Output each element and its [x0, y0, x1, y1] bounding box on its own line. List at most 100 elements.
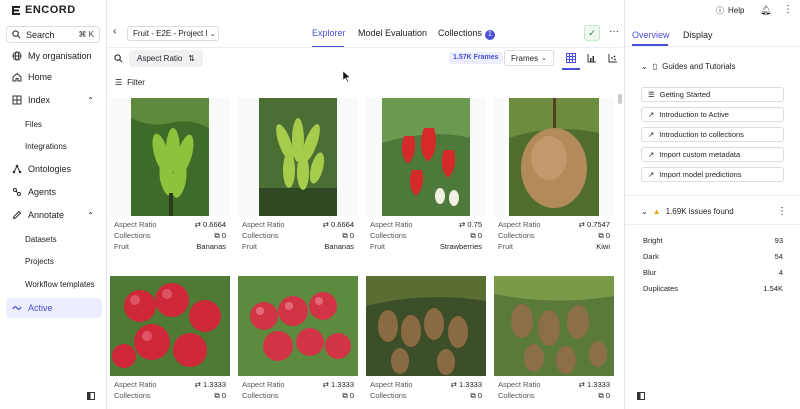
collections-icon: ⧉: [470, 231, 478, 240]
card-aspect-ratio-label: Aspect Ratio: [114, 220, 157, 229]
tab-explorer[interactable]: Explorer: [312, 28, 346, 38]
card-collections-count: 0: [349, 391, 354, 400]
book-icon: ▯: [652, 62, 658, 71]
image-card[interactable]: Aspect Ratio ⇄ 0.6664 Collections ⧉ 0 Frui…: [238, 98, 358, 252]
image-card[interactable]: Aspect Ratio ⇄ 1.3333 Collections ⧉ 0: [238, 276, 358, 401]
sidebar-item-active[interactable]: Active: [6, 298, 102, 318]
tab-collections[interactable]: Collections 1: [438, 28, 495, 40]
more-options-icon[interactable]: ···: [609, 26, 619, 37]
aspect-ratio-icon: ⇄: [450, 380, 460, 389]
more-vertical-icon[interactable]: ⋮: [783, 4, 793, 15]
card-collections-value: ⧉ 0: [342, 230, 354, 241]
sidebar-item-datasets[interactable]: Datasets: [6, 229, 102, 249]
check-button[interactable]: ✓: [584, 25, 600, 41]
card-aspect-ratio-value: ⇄ 0.75: [459, 219, 482, 230]
card-collections-value: ⧉ 0: [470, 230, 482, 241]
card-image[interactable]: [366, 276, 486, 376]
tab-model-evaluation[interactable]: Model Evaluation: [358, 28, 427, 38]
aspect-ratio-icon: ⇄: [194, 220, 204, 229]
image-card[interactable]: Aspect Ratio ⇄ 0.75 Collections ⧉ 0 Fruit S…: [366, 98, 486, 252]
image-card[interactable]: Aspect Ratio ⇄ 0.7547 Collections ⧉ 0 Frui…: [494, 98, 614, 252]
scrollbar-thumb[interactable]: [618, 94, 622, 104]
home-icon: [12, 72, 22, 82]
image-card[interactable]: Aspect Ratio ⇄ 1.3333 Collections ⧉ 0: [366, 276, 486, 401]
card-collections-value: ⧉ 0: [470, 390, 482, 401]
card-image[interactable]: [238, 276, 358, 376]
guide-label: Getting Started: [659, 90, 711, 99]
card-fruit-label: Fruit: [114, 242, 129, 251]
sort-direction-icon[interactable]: ⇅: [188, 54, 195, 63]
guides-section-header[interactable]: ⌄ ▯ Guides and Tutorials: [641, 62, 735, 71]
sidebar-item-home[interactable]: Home: [6, 67, 102, 87]
sidebar-item-index[interactable]: Index ⌃: [6, 90, 102, 110]
issue-row-dark[interactable]: Dark 54: [643, 252, 783, 261]
sidebar-item-annotate[interactable]: Annotate ⌃: [6, 205, 102, 225]
card-aspect-ratio-number: 1.3333: [331, 380, 354, 389]
collections-icon: ⧉: [598, 231, 606, 240]
card-aspect-ratio-number: 1.3333: [203, 380, 226, 389]
warning-icon: ▲: [652, 207, 661, 216]
image-card[interactable]: Aspect Ratio ⇄ 0.6664 Collections ⧉ 0 Frui…: [110, 98, 230, 252]
issue-label: Bright: [643, 236, 663, 245]
sidebar-item-projects[interactable]: Projects: [6, 251, 102, 271]
issues-more-icon[interactable]: ⋮: [777, 206, 787, 217]
aspect-ratio-icon: ⇄: [578, 380, 588, 389]
bell-icon[interactable]: 🔔︎: [760, 5, 771, 16]
guide-import-model-predictions[interactable]: ↗ Import model predictions: [641, 167, 784, 182]
guide-introduction-to-active[interactable]: ↗ Introduction to Active: [641, 107, 784, 122]
card-aspect-ratio-label: Aspect Ratio: [498, 380, 541, 389]
issue-row-bright[interactable]: Bright 93: [643, 236, 783, 245]
back-chevron-icon[interactable]: ‹: [113, 26, 116, 37]
sidebar-item-workflow-templates[interactable]: Workflow templates: [6, 274, 102, 294]
chevron-up-icon[interactable]: ⌃: [87, 96, 94, 105]
sort-chip[interactable]: Aspect Ratio ⇅: [129, 50, 203, 67]
card-fruit-value: Kiwi: [596, 242, 610, 251]
card-collections-label: Collections: [242, 391, 279, 400]
search-icon[interactable]: [114, 54, 123, 63]
issue-count: 93: [774, 236, 783, 245]
card-aspect-ratio-label: Aspect Ratio: [242, 380, 285, 389]
card-image[interactable]: [366, 98, 486, 216]
issues-section-header[interactable]: ⌄ ▲ 1.69K issues found: [641, 207, 734, 216]
card-fruit-value: Bananas: [324, 242, 354, 251]
card-image[interactable]: [494, 276, 614, 376]
card-image[interactable]: [494, 98, 614, 216]
issue-row-blur[interactable]: Blur 4: [643, 268, 783, 277]
guide-introduction-to-collections[interactable]: ↗ Introduction to collections: [641, 127, 784, 142]
image-card[interactable]: Aspect Ratio ⇄ 1.3333 Collections ⧉ 0: [494, 276, 614, 401]
embedding-chart-icon[interactable]: [608, 53, 618, 63]
card-image[interactable]: [238, 98, 358, 216]
annotate-icon: [12, 210, 22, 220]
sidebar-item-agents[interactable]: Agents: [6, 182, 102, 202]
sidebar-item-ontologies[interactable]: Ontologies: [6, 159, 102, 179]
sidebar-search[interactable]: Search ⌘ K: [6, 26, 100, 43]
collapse-sidebar-icon[interactable]: [87, 392, 95, 400]
guide-import-custom-metadata[interactable]: ↗ Import custom metadata: [641, 147, 784, 162]
card-collections-value: ⧉ 0: [598, 230, 610, 241]
frames-select[interactable]: Frames ⌄: [504, 50, 554, 66]
tab-overview[interactable]: Overview: [632, 30, 670, 40]
guide-getting-started[interactable]: ☰ Getting Started: [641, 87, 784, 102]
card-image[interactable]: [110, 276, 230, 376]
sidebar-item-integrations[interactable]: Integrations: [6, 136, 102, 156]
sidebar-item-files[interactable]: Files: [6, 114, 102, 134]
issue-row-duplicates[interactable]: Duplicates 1.54K: [643, 284, 783, 293]
tab-label: Collections: [438, 28, 483, 38]
project-select[interactable]: Fruit - E2E - Project I ⌄: [127, 26, 219, 41]
image-card[interactable]: Aspect Ratio ⇄ 1.3333 Collections ⧉ 0: [110, 276, 230, 401]
filter-button[interactable]: ☰ Filter: [115, 78, 145, 87]
chevron-up-icon[interactable]: ⌃: [87, 211, 94, 220]
tab-display[interactable]: Display: [683, 30, 713, 40]
help-button[interactable]: ⓘ Help: [716, 5, 744, 16]
guide-label: Introduction to Active: [659, 110, 729, 119]
card-image[interactable]: [110, 98, 230, 216]
sidebar-item-my-organisation[interactable]: My organisation: [6, 46, 102, 66]
card-collections-count: 0: [477, 231, 482, 240]
issue-label: Blur: [643, 268, 657, 277]
collapse-panel-icon[interactable]: [637, 392, 645, 400]
search-label: Search: [26, 29, 55, 40]
grid-view-icon[interactable]: [566, 53, 576, 63]
encord-logo[interactable]: ENCORD: [10, 4, 76, 16]
bar-chart-icon[interactable]: [587, 53, 597, 63]
active-icon: [12, 303, 22, 313]
